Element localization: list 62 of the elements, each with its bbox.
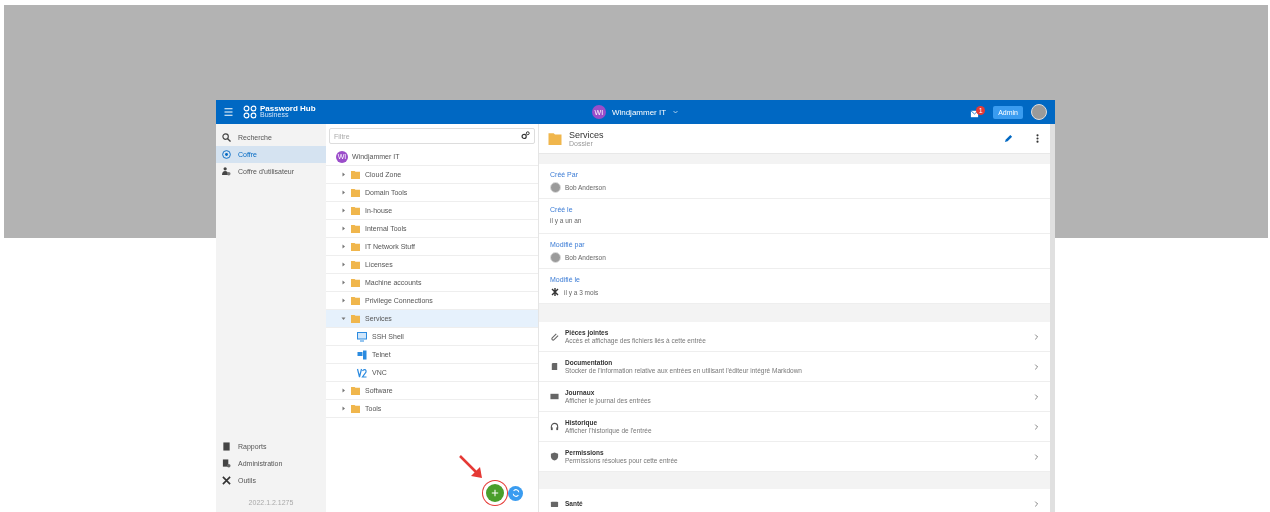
arrow-annotation-icon	[458, 454, 484, 480]
refresh-button[interactable]	[508, 485, 523, 501]
caret-icon	[340, 208, 346, 213]
pencil-icon	[1004, 134, 1013, 143]
chevron-right-icon	[1034, 362, 1040, 371]
caret-icon	[340, 190, 346, 195]
folder-icon	[350, 314, 361, 323]
vnc-icon	[356, 367, 368, 378]
folder-icon	[350, 404, 361, 413]
chevron-right-icon	[1034, 392, 1040, 401]
book-icon	[222, 442, 231, 451]
log-icon	[550, 392, 559, 401]
caret-icon	[340, 298, 346, 303]
refresh-icon	[511, 489, 520, 497]
folder-icon	[350, 296, 361, 305]
logo-title: Password Hub	[260, 104, 316, 113]
gears-icon	[521, 131, 530, 140]
tools-icon	[222, 476, 231, 485]
search-icon	[222, 133, 231, 142]
workspace-name[interactable]: Windjammer IT	[611, 107, 667, 117]
caret-icon	[340, 280, 346, 285]
logo-icon	[243, 105, 257, 119]
folder-icon	[350, 386, 361, 395]
folder-icon	[547, 132, 563, 145]
caret-icon	[340, 172, 346, 177]
health-icon	[550, 499, 559, 508]
chevron-right-icon	[1034, 422, 1040, 431]
caret-icon	[340, 226, 346, 231]
menu-icon	[224, 108, 233, 116]
paperclip-icon	[550, 332, 559, 341]
folder-icon	[350, 260, 361, 269]
caret-icon	[340, 406, 346, 411]
detail-title: Services	[569, 130, 605, 140]
computer-icon	[356, 349, 368, 360]
folder-icon	[350, 188, 361, 197]
chevron-down-icon	[672, 109, 680, 115]
monitor-icon	[356, 331, 368, 342]
plus-icon	[491, 489, 499, 497]
caret-icon	[340, 244, 346, 249]
user-avatar	[550, 182, 561, 193]
folder-icon	[350, 170, 361, 179]
caret-icon	[340, 262, 346, 267]
chevron-right-icon	[1034, 452, 1040, 461]
caret-icon	[340, 316, 346, 321]
vault-icon	[222, 150, 231, 159]
user-icon	[222, 167, 231, 176]
folder-icon	[350, 206, 361, 215]
user-avatar	[550, 252, 561, 263]
user-avatar[interactable]	[1031, 104, 1047, 120]
folder-icon	[350, 242, 361, 251]
chevron-right-icon	[1034, 332, 1040, 341]
add-button[interactable]	[486, 484, 504, 502]
network-icon	[550, 287, 560, 297]
shield-icon	[550, 452, 559, 461]
more-icon	[1033, 134, 1042, 143]
folder-icon	[350, 224, 361, 233]
document-icon	[550, 362, 559, 371]
caret-icon	[340, 388, 346, 393]
server-icon	[222, 459, 231, 468]
folder-icon	[350, 278, 361, 287]
chevron-right-icon	[1034, 499, 1040, 508]
headset-icon	[550, 422, 559, 431]
